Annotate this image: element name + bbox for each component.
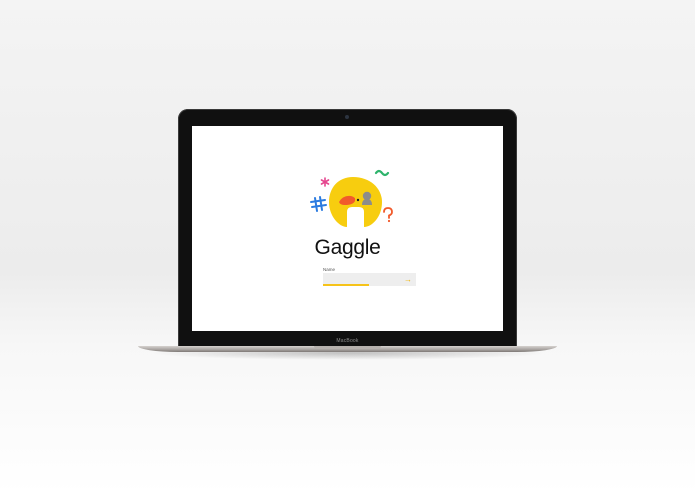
hash-icon bbox=[310, 196, 327, 212]
laptop-bezel: Gaggle Name → MacBook bbox=[178, 109, 517, 348]
laptop-base bbox=[138, 346, 557, 352]
question-icon bbox=[383, 207, 393, 223]
app-title: Gaggle bbox=[314, 236, 381, 259]
gaggle-face bbox=[329, 177, 382, 227]
name-field[interactable]: → bbox=[323, 273, 416, 286]
arrow-right-icon[interactable]: → bbox=[403, 273, 413, 286]
eye-dot bbox=[356, 198, 360, 202]
gaggle-logo-icon bbox=[310, 169, 393, 227]
asterisk-icon bbox=[320, 177, 330, 187]
app-screen: Gaggle Name → bbox=[192, 126, 503, 331]
base-notch bbox=[314, 346, 381, 349]
macbook-label: MacBook bbox=[336, 338, 359, 344]
name-label: Name bbox=[323, 267, 336, 272]
field-focus-underline bbox=[323, 284, 369, 286]
tilde-icon bbox=[374, 169, 390, 177]
camera-dot bbox=[345, 115, 349, 119]
grey-head bbox=[362, 191, 372, 201]
